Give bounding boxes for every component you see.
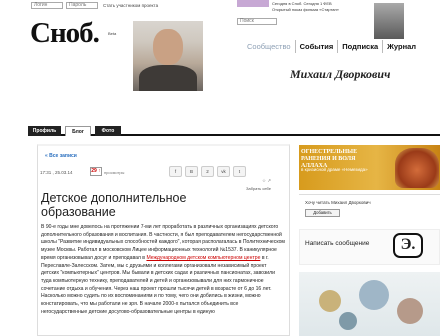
author-face xyxy=(153,29,183,65)
site-logo[interactable]: Сноб. xyxy=(30,18,100,48)
view-counter-label: просмотры xyxy=(104,170,125,175)
author-jacket xyxy=(139,65,197,91)
share-count-button[interactable]: 2 xyxy=(201,166,214,177)
follow-author-label: Хочу читать Михаил Дворкович xyxy=(305,200,371,205)
follow-author-box xyxy=(299,194,440,222)
magazine-cover-image[interactable] xyxy=(374,3,404,39)
search-input[interactable]: Поиск xyxy=(237,18,277,25)
message-icon[interactable]: Э. xyxy=(393,233,423,258)
nav-community[interactable]: Сообщество xyxy=(243,40,295,53)
login-input[interactable]: Логин xyxy=(31,2,63,9)
ad-image[interactable] xyxy=(395,148,439,188)
share-twitter-button[interactable]: t xyxy=(233,166,246,177)
nav-subscription[interactable]: Подписка xyxy=(337,40,382,53)
illustration-shape xyxy=(359,280,389,310)
share-facebook-button[interactable]: f xyxy=(169,166,182,177)
illustration-shape xyxy=(397,298,423,324)
tab-photo[interactable]: Фото xyxy=(95,126,121,136)
main-nav: Сообщество События Подписка Журнал xyxy=(243,40,420,53)
promo-line2[interactable]: Открытый показ фильма «Стартап» xyxy=(272,7,339,12)
share-vk-button[interactable]: vk xyxy=(217,166,230,177)
post-body: В 90-е годы мне довелось на протяжении 7… xyxy=(41,224,285,316)
nav-magazine[interactable]: Журнал xyxy=(382,40,420,53)
send-message-label[interactable]: Написать сообщение xyxy=(305,240,369,247)
post-title: Детское дополнительное образование xyxy=(41,191,187,219)
save-post-link[interactable]: Забрать себе xyxy=(246,186,271,191)
logo-beta-label: Beta xyxy=(108,31,117,36)
illustration-shape xyxy=(339,312,357,330)
join-link[interactable]: Стать участником проекта xyxy=(103,3,158,8)
ad-subline[interactable]: в кризисной драме «Немезида» xyxy=(301,167,381,173)
promo-line1[interactable]: Сегодня в Сноб. Сегодня 1 ФЕВ xyxy=(272,1,332,6)
view-counter: 29 ↑ xyxy=(90,167,102,176)
author-photo xyxy=(133,21,203,91)
illustration-shape xyxy=(319,290,341,312)
profile-tabs: Профиль Блог Фото xyxy=(28,126,440,136)
all-posts-link[interactable]: « Все записи xyxy=(45,153,77,159)
sidebar-illustration xyxy=(299,272,440,336)
nav-events[interactable]: События xyxy=(294,40,338,53)
author-name: Михаил Дворкович xyxy=(290,67,391,81)
post-date: 17:31 , 25.03.14 xyxy=(40,170,73,175)
icc-link[interactable]: Международном детском компьютерном центр… xyxy=(146,255,260,261)
tab-blog[interactable]: Блог xyxy=(65,126,91,136)
password-input[interactable]: Пароль xyxy=(66,2,98,9)
follow-author-button[interactable]: Добавить xyxy=(305,209,340,217)
share-blogger-button[interactable]: B xyxy=(185,166,198,177)
post-body-text-cont: в г. Переславле-Залесском. Затем, мы с д… xyxy=(41,254,275,315)
tab-profile[interactable]: Профиль xyxy=(28,126,61,136)
bookmark-icon[interactable]: ☆ ↗ xyxy=(262,178,271,184)
promo-thumbnail[interactable] xyxy=(237,0,269,7)
